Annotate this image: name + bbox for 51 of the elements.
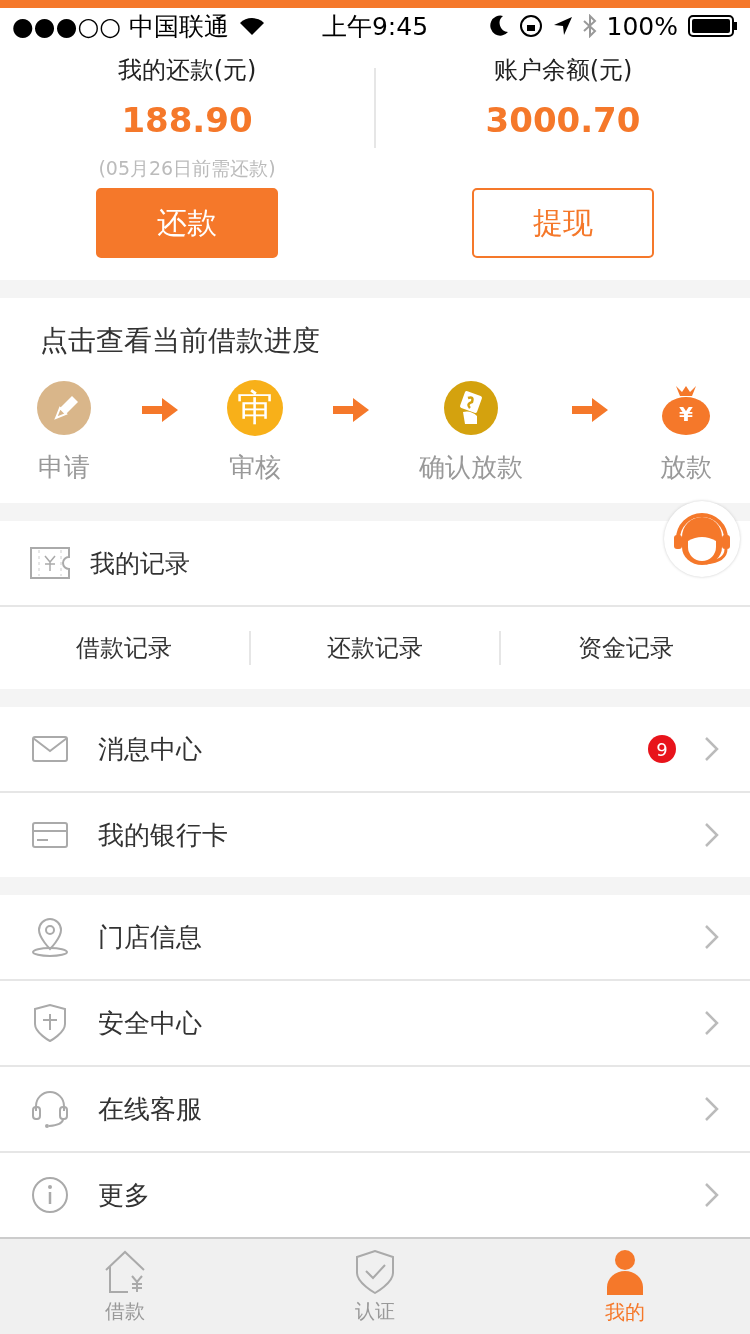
status-time: 上午9:45	[321, 10, 429, 43]
amount-value: 3000.70	[485, 100, 641, 140]
bank-card-icon	[32, 822, 68, 848]
customer-service-button[interactable]	[664, 501, 740, 577]
step-label: 申请	[38, 451, 90, 484]
shield-icon	[33, 1004, 67, 1042]
step-label: 放款	[659, 451, 712, 484]
battery-percent: 100%	[606, 11, 678, 41]
wifi-icon	[239, 16, 266, 36]
menu-item[interactable]: 我的银行卡	[0, 793, 750, 877]
amount-label: 账户余额(元)	[493, 55, 633, 86]
chevron-right-icon	[704, 1182, 720, 1208]
chevron-right-icon	[704, 1010, 720, 1036]
record-tab[interactable]: 借款记录	[0, 631, 249, 665]
menu-item[interactable]: 在线客服	[0, 1067, 750, 1153]
due-note: (05月26日前需还款)	[98, 157, 276, 179]
pencil-icon	[36, 380, 92, 436]
step-label: 审核	[229, 451, 282, 484]
arrow-icon	[141, 398, 178, 422]
envelope-icon	[32, 736, 68, 762]
carrier-name: ●●●○○ 中国联通	[12, 10, 230, 43]
review-icon: 审	[227, 380, 284, 436]
record-tab[interactable]: 还款记录	[248, 631, 500, 665]
shield-check-icon	[355, 1249, 395, 1294]
menu-item[interactable]: 更多	[0, 1153, 750, 1237]
records-title: 我的记录	[90, 547, 190, 580]
location-arrow-icon	[552, 16, 573, 36]
menu-item[interactable]: 消息中心 9	[0, 707, 750, 793]
chevron-right-icon	[704, 736, 720, 762]
record-tab[interactable]: 资金记录	[499, 631, 750, 665]
menu-item[interactable]: 门店信息	[0, 895, 750, 981]
bluetooth-icon	[582, 14, 597, 38]
chevron-right-icon	[704, 1096, 720, 1122]
arrow-icon	[572, 398, 609, 422]
ticket-icon	[30, 547, 70, 579]
moon-icon	[488, 15, 509, 37]
amount-value: 188.90	[121, 100, 253, 140]
amount-label: 我的还款(元)	[117, 55, 257, 86]
chevron-right-icon	[704, 822, 720, 848]
arrow-icon	[332, 398, 369, 422]
location-pin-icon	[31, 917, 69, 957]
unread-badge: 9	[648, 735, 676, 763]
person-icon	[605, 1248, 645, 1295]
headset-icon	[31, 1089, 69, 1129]
step-label: 确认放款	[418, 451, 523, 484]
chevron-right-icon	[704, 924, 720, 950]
info-icon	[31, 1176, 69, 1214]
battery-icon	[688, 15, 738, 37]
progress-title[interactable]: 点击查看当前借款进度	[0, 298, 750, 380]
rotation-lock-icon	[518, 14, 543, 38]
menu-item[interactable]: 安全中心	[0, 981, 750, 1067]
